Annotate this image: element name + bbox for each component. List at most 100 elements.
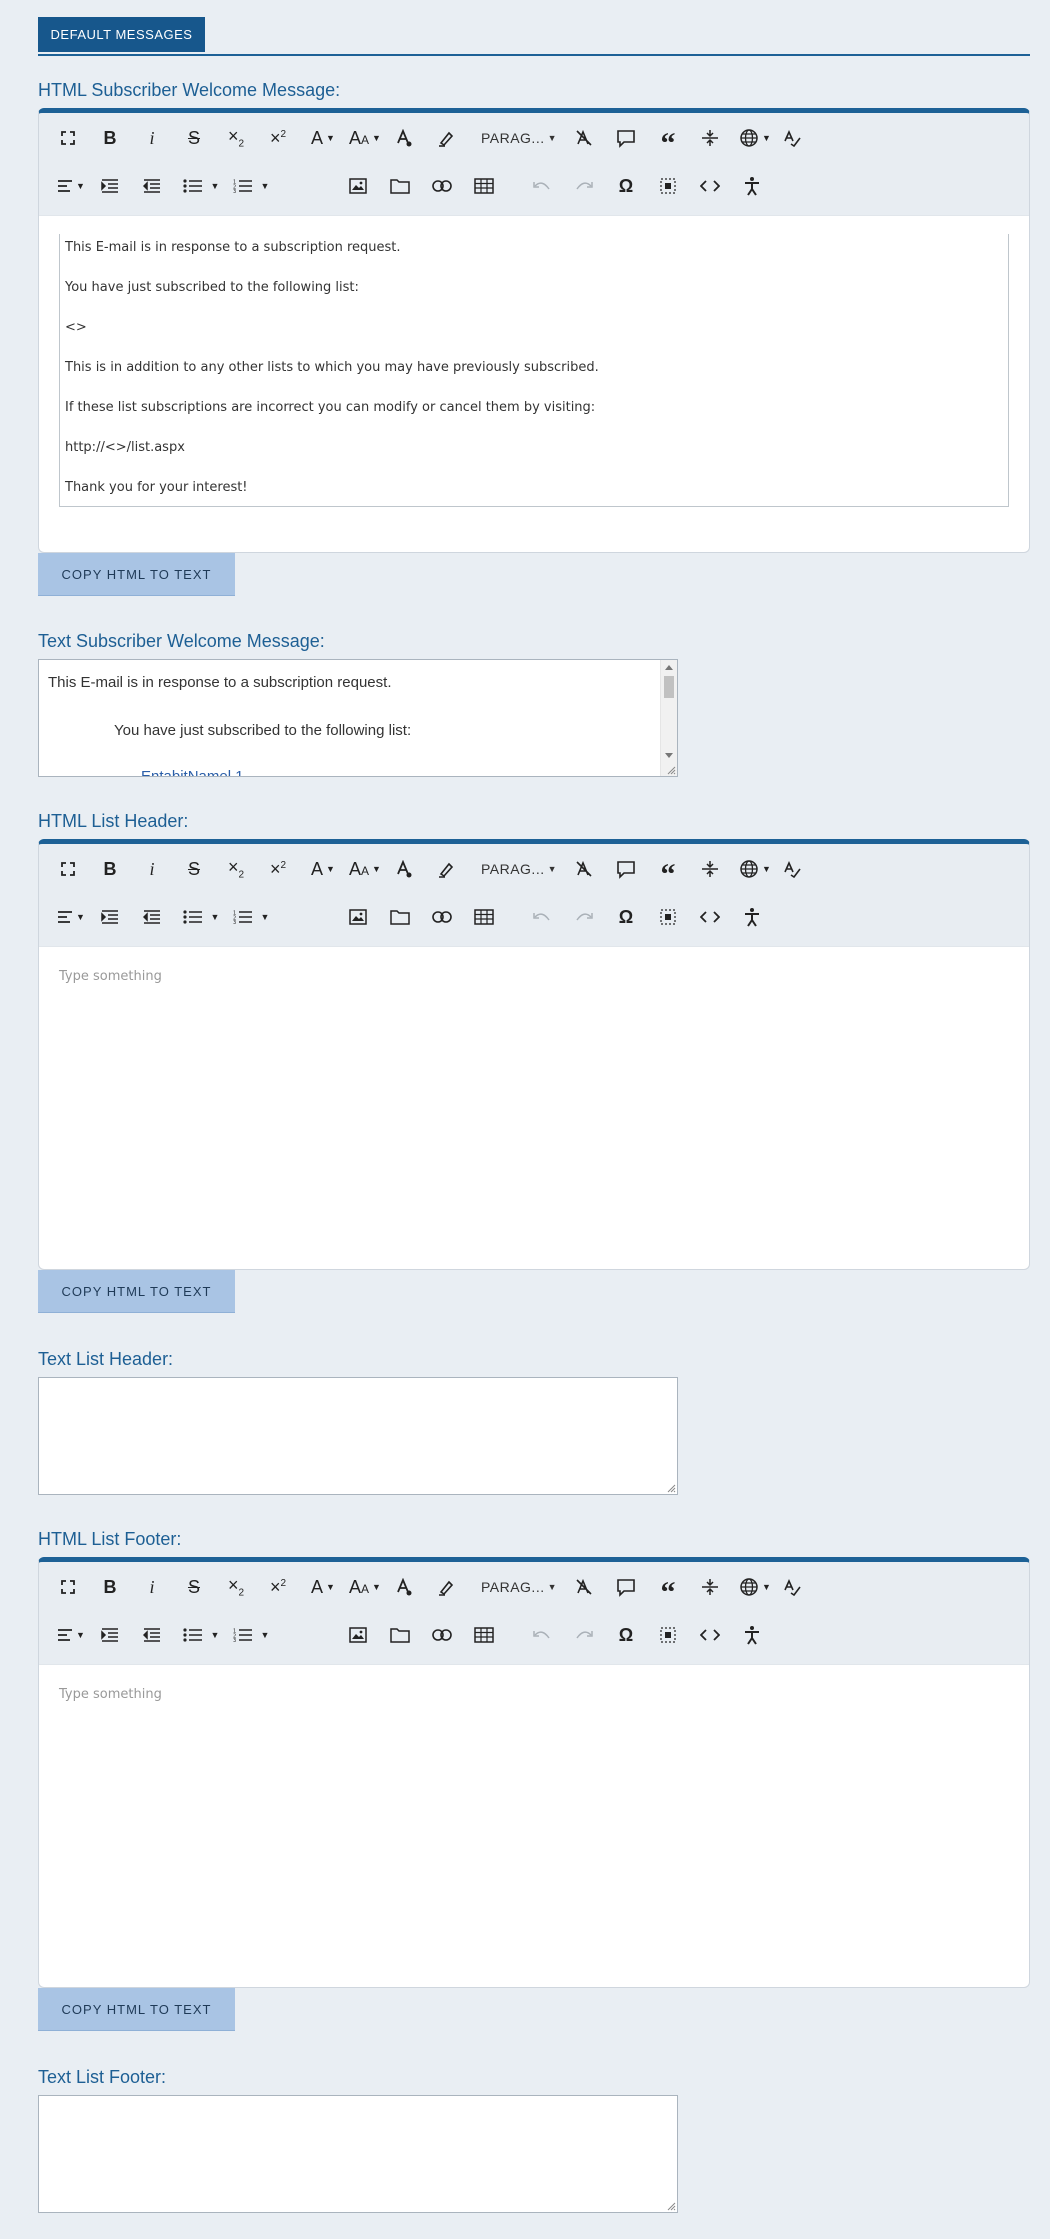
- spell-check-icon[interactable]: [777, 1565, 807, 1609]
- italic-icon[interactable]: i: [137, 1565, 167, 1609]
- outdent-icon[interactable]: [137, 164, 167, 208]
- select-all-icon[interactable]: [653, 164, 683, 208]
- align-icon[interactable]: ▼: [53, 1613, 89, 1657]
- subscript-icon[interactable]: ×2: [221, 1565, 251, 1609]
- fullscreen-icon[interactable]: [53, 1565, 83, 1609]
- align-icon[interactable]: ▼: [53, 895, 89, 939]
- copy-html-to-text-button[interactable]: COPY HTML TO TEXT: [38, 553, 235, 596]
- accessibility-icon[interactable]: [737, 1613, 767, 1657]
- superscript-icon[interactable]: ×2: [263, 1565, 293, 1609]
- bold-icon[interactable]: B: [95, 847, 125, 891]
- indent-icon[interactable]: [95, 1613, 125, 1657]
- font-family-icon[interactable]: A ▼: [305, 1565, 341, 1609]
- bullet-list-icon[interactable]: ▼: [179, 164, 223, 208]
- select-all-icon[interactable]: [653, 895, 683, 939]
- undo-icon[interactable]: [527, 895, 557, 939]
- blockquote-icon[interactable]: “: [653, 116, 683, 160]
- scroll-up-icon[interactable]: [665, 665, 673, 670]
- special-characters-icon[interactable]: Ω: [611, 1613, 641, 1657]
- table-icon[interactable]: [469, 164, 499, 208]
- highlight-icon[interactable]: [431, 1565, 461, 1609]
- comment-icon[interactable]: [611, 1565, 641, 1609]
- folder-icon[interactable]: [385, 164, 415, 208]
- select-all-icon[interactable]: [653, 1613, 683, 1657]
- indent-icon[interactable]: [95, 895, 125, 939]
- special-characters-icon[interactable]: Ω: [611, 895, 641, 939]
- highlight-icon[interactable]: [431, 847, 461, 891]
- link-icon[interactable]: [427, 895, 457, 939]
- subscript-icon[interactable]: ×2: [221, 116, 251, 160]
- resize-handle-icon[interactable]: [666, 1483, 676, 1493]
- table-icon[interactable]: [469, 1613, 499, 1657]
- accessibility-icon[interactable]: [737, 164, 767, 208]
- comment-icon[interactable]: [611, 847, 641, 891]
- undo-icon[interactable]: [527, 1613, 557, 1657]
- highlight-icon[interactable]: [431, 116, 461, 160]
- superscript-icon[interactable]: ×2: [263, 847, 293, 891]
- numbered-list-icon[interactable]: 1 2 3 ▼: [229, 895, 273, 939]
- numbered-list-icon[interactable]: 1 2 3 ▼: [229, 164, 273, 208]
- superscript-icon[interactable]: ×2: [263, 116, 293, 160]
- resize-handle-icon[interactable]: [666, 765, 676, 775]
- comment-icon[interactable]: [611, 116, 641, 160]
- text-welcome-scrollbar[interactable]: [660, 660, 677, 776]
- blockquote-icon[interactable]: “: [653, 847, 683, 891]
- spell-check-icon[interactable]: [777, 847, 807, 891]
- special-characters-icon[interactable]: Ω: [611, 164, 641, 208]
- paragraph-format-dropdown[interactable]: PARAG... ▼: [473, 116, 565, 160]
- folder-icon[interactable]: [385, 895, 415, 939]
- fullscreen-icon[interactable]: [53, 116, 83, 160]
- undo-icon[interactable]: [527, 164, 557, 208]
- text-color-icon[interactable]: [389, 847, 419, 891]
- indent-icon[interactable]: [95, 164, 125, 208]
- html-header-content[interactable]: Type something: [39, 947, 1029, 1269]
- scroll-down-icon[interactable]: [665, 753, 673, 758]
- strikethrough-icon[interactable]: S: [179, 847, 209, 891]
- language-icon[interactable]: ▼: [735, 116, 775, 160]
- link-icon[interactable]: [427, 164, 457, 208]
- subscript-icon[interactable]: ×2: [221, 847, 251, 891]
- language-icon[interactable]: ▼: [735, 1565, 775, 1609]
- font-size-icon[interactable]: AA ▼: [345, 847, 385, 891]
- tab-default-messages[interactable]: DEFAULT MESSAGES: [38, 17, 205, 52]
- paragraph-format-dropdown[interactable]: PARAG... ▼: [473, 847, 565, 891]
- text-color-icon[interactable]: [389, 116, 419, 160]
- bold-icon[interactable]: B: [95, 116, 125, 160]
- paragraph-format-dropdown[interactable]: PARAG... ▼: [473, 1565, 565, 1609]
- align-icon[interactable]: ▼: [53, 164, 89, 208]
- copy-html-to-text-button[interactable]: COPY HTML TO TEXT: [38, 1270, 235, 1313]
- horizontal-line-icon[interactable]: [695, 1565, 725, 1609]
- horizontal-line-icon[interactable]: [695, 116, 725, 160]
- code-view-icon[interactable]: [695, 1613, 725, 1657]
- font-size-icon[interactable]: AA ▼: [345, 1565, 385, 1609]
- outdent-icon[interactable]: [137, 895, 167, 939]
- accessibility-icon[interactable]: [737, 895, 767, 939]
- text-color-icon[interactable]: [389, 1565, 419, 1609]
- bold-icon[interactable]: B: [95, 1565, 125, 1609]
- html-welcome-body[interactable]: This E-mail is in response to a subscrip…: [59, 234, 1009, 507]
- link-icon[interactable]: [427, 1613, 457, 1657]
- clear-formatting-icon[interactable]: [569, 116, 599, 160]
- code-view-icon[interactable]: [695, 164, 725, 208]
- code-view-icon[interactable]: [695, 895, 725, 939]
- redo-icon[interactable]: [569, 895, 599, 939]
- clear-formatting-icon[interactable]: [569, 847, 599, 891]
- table-icon[interactable]: [469, 895, 499, 939]
- text-welcome-textarea[interactable]: This E-mail is in response to a subscrip…: [38, 659, 678, 777]
- language-icon[interactable]: ▼: [735, 847, 775, 891]
- clear-formatting-icon[interactable]: [569, 1565, 599, 1609]
- copy-html-to-text-button[interactable]: COPY HTML TO TEXT: [38, 1988, 235, 2031]
- strikethrough-icon[interactable]: S: [179, 1565, 209, 1609]
- font-family-icon[interactable]: A ▼: [305, 847, 341, 891]
- text-footer-textarea[interactable]: [38, 2095, 678, 2213]
- strikethrough-icon[interactable]: S: [179, 116, 209, 160]
- font-size-icon[interactable]: AA ▼: [345, 116, 385, 160]
- font-family-icon[interactable]: A ▼: [305, 116, 341, 160]
- image-icon[interactable]: [343, 164, 373, 208]
- text-header-textarea[interactable]: [38, 1377, 678, 1495]
- resize-handle-icon[interactable]: [666, 2201, 676, 2211]
- outdent-icon[interactable]: [137, 1613, 167, 1657]
- folder-icon[interactable]: [385, 1613, 415, 1657]
- italic-icon[interactable]: i: [137, 116, 167, 160]
- html-footer-content[interactable]: Type something: [39, 1665, 1029, 1987]
